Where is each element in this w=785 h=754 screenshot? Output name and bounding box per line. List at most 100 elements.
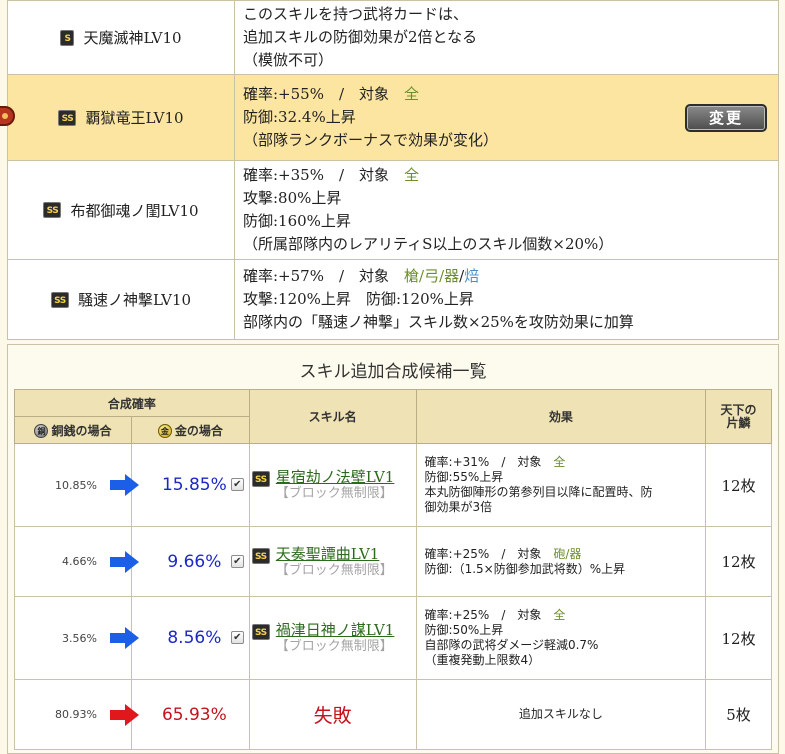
rank-badge-icon: S bbox=[60, 29, 75, 46]
candidates-title: スキル追加合成候補一覧 bbox=[299, 362, 487, 382]
header-gold: 金金の場合 bbox=[130, 416, 250, 444]
header-rate-group: 合成確率 bbox=[14, 389, 250, 417]
candidate-effect: 確率:+25% / 対象 砲/器 防御:（1.5×防御参加武将数）%上昇 bbox=[415, 526, 707, 597]
skill-block-note: 【ブロック無制限】 bbox=[275, 562, 393, 578]
effect-line: 御効果が3倍 bbox=[425, 500, 698, 515]
candidate-row: 3.56% 8.56% ✔ SS 禍津日神ノ謀LV1 【ブロック無制限】 確率:… bbox=[14, 596, 772, 680]
rank-badge-icon: SS bbox=[58, 109, 77, 126]
effect-target: 槍/弓/器 bbox=[404, 267, 460, 285]
effect-text: 御効果が3倍 bbox=[424, 500, 493, 514]
effect-line: 自部隊の武将ダメージ軽減0.7% bbox=[425, 638, 698, 653]
skill-block-note: 【ブロック無制限】 bbox=[275, 486, 393, 501]
skill-name-cell: SS 禍津日神ノ謀LV1 【ブロック無制限】 bbox=[248, 596, 417, 680]
rank-badge-icon: SS bbox=[43, 202, 62, 218]
candidate-effect: 確率:+25% / 対象 全防御:50%上昇 自部隊の武将ダメージ軽減0.7% （重… bbox=[415, 596, 707, 680]
candidates-table: 合成確率 スキル名 効果 天下の 片鱗 銅銅銭の場合 金金の場合 10.85% … bbox=[14, 389, 772, 750]
effect-target: 全 bbox=[553, 455, 566, 469]
skill-effect: 確率:+35% / 対象 全攻撃:80%上昇 防御:160%上昇 （所属部隊内のレア… bbox=[234, 160, 779, 260]
effect-text: 防御:32.4%上昇 bbox=[243, 108, 356, 126]
effect-text: 本丸防御陣形の第参列目以降に配置時、防 bbox=[424, 485, 653, 499]
effect-text: 確率:+35% / 対象 bbox=[243, 166, 405, 184]
select-checkbox[interactable]: ✔ bbox=[230, 631, 244, 644]
select-checkbox[interactable]: ✔ bbox=[230, 554, 244, 568]
gold-rate-cell: 8.56% ✔ bbox=[109, 596, 250, 680]
tenka-count: 12枚 bbox=[705, 443, 772, 527]
gold-rate-cell: 65.93% bbox=[109, 679, 250, 750]
effect-line: 確率:+55% / 対象 全 bbox=[243, 83, 768, 106]
gold-rate: 65.93% bbox=[161, 704, 227, 725]
skill-link[interactable]: 星宿劫ノ法壁LV1 bbox=[276, 469, 395, 486]
skill-effect: このスキルを持つ武将カードは、 追加スキルの防御効果が2倍となる （模倣不可） bbox=[234, 0, 779, 75]
effect-text: 攻撃:80%上昇 bbox=[243, 189, 342, 207]
header-skill-name: スキル名 bbox=[248, 389, 417, 444]
skill-name-cell: SS 天奏聖譚曲LV1 【ブロック無制限】 bbox=[248, 526, 417, 597]
skill-table: S 天魔滅神LV10 このスキルを持つ武将カードは、 追加スキルの防御効果が2倍とな… bbox=[7, 0, 779, 340]
candidate-effect: 確率:+31% / 対象 全防御:55%上昇 本丸防御陣形の第参列目以降に配置時、… bbox=[415, 443, 707, 527]
header-tenka: 天下の 片鱗 bbox=[705, 389, 772, 444]
skill-name-cell: S 天魔滅神LV10 bbox=[7, 0, 235, 75]
header-copper: 銅銅銭の場合 bbox=[14, 416, 132, 444]
arrow-right-icon bbox=[109, 627, 140, 649]
rank-badge-icon: SS bbox=[251, 624, 270, 640]
effect-text: 防御:50%上昇 bbox=[424, 623, 504, 637]
effect-text: 部隊内の「騒速ノ神撃」スキル数×25%を攻防効果に加算 bbox=[243, 313, 634, 331]
effect-text: 自部隊の武将ダメージ軽減0.7% bbox=[424, 638, 599, 652]
skill-row-selected[interactable]: SS 覇獄竜王LV10 確率:+55% / 対象 全防御:32.4%上昇 （部隊ラン… bbox=[7, 74, 779, 161]
effect-text: 確率:+25% / 対象 bbox=[424, 546, 554, 561]
skill-name-cell: SS 騒速ノ神撃LV10 bbox=[7, 259, 235, 340]
effect-text: 追加スキルの防御効果が2倍となる bbox=[243, 28, 478, 46]
skill-name: 覇獄竜王LV10 bbox=[85, 109, 184, 127]
skill-row: S 天魔滅神LV10 このスキルを持つ武将カードは、 追加スキルの防御効果が2倍とな… bbox=[7, 0, 779, 75]
candidate-row: 10.85% 15.85% ✔ SS 星宿劫ノ法壁LV1 【ブロック無制限】 確… bbox=[14, 443, 772, 527]
effect-line: このスキルを持つ武将カードは、 bbox=[243, 3, 768, 26]
arrow-right-icon bbox=[109, 550, 140, 573]
effect-text: このスキルを持つ武将カードは、 bbox=[243, 5, 469, 23]
tenka-count: 12枚 bbox=[705, 526, 772, 597]
candidate-row-fail: 80.93% 65.93% 失敗 追加スキルなし 5枚 bbox=[14, 679, 772, 750]
arrow-right-icon bbox=[109, 703, 140, 726]
effect-line: 防御:160%上昇 bbox=[243, 210, 768, 233]
skill-row: SS 騒速ノ神撃LV10 確率:+57% / 対象 槍/弓/器/焙 攻撃:120%上… bbox=[7, 259, 779, 340]
effect-text: 防御:160%上昇 bbox=[243, 212, 351, 230]
copper-coin-icon: 銅 bbox=[34, 424, 49, 438]
tenka-count: 5枚 bbox=[705, 679, 772, 750]
effect-line: （模倣不可） bbox=[243, 49, 768, 72]
effect-text: 確率:+31% / 対象 bbox=[424, 455, 554, 469]
change-button[interactable]: 変更 bbox=[685, 104, 767, 132]
skill-row: SS 布都御魂ノ閨LV10 確率:+35% / 対象 全攻撃:80%上昇 防御:16… bbox=[7, 160, 779, 260]
effect-line: 攻撃:120%上昇 防御:120%上昇 bbox=[243, 288, 768, 311]
effect-line: （重複発動上限数4） bbox=[425, 653, 698, 668]
rank-badge-icon: SS bbox=[50, 291, 69, 308]
header-tenka-line1: 天下の bbox=[720, 402, 757, 417]
gold-rate-cell: 9.66% ✔ bbox=[109, 526, 250, 597]
effect-line: 防御:55%上昇 bbox=[425, 470, 698, 485]
effect-target: 全 bbox=[553, 608, 566, 622]
effect-text: （所属部隊内のレアリティS以上のスキル個数×20%） bbox=[243, 235, 614, 253]
effect-line: （所属部隊内のレアリティS以上のスキル個数×20%） bbox=[243, 233, 768, 256]
skill-effect: 確率:+57% / 対象 槍/弓/器/焙 攻撃:120%上昇 防御:120%上昇部… bbox=[234, 259, 779, 340]
gold-rate-cell: 15.85% ✔ bbox=[109, 443, 250, 527]
fail-label: 失敗 bbox=[248, 679, 417, 750]
arrow-right-icon bbox=[109, 474, 140, 496]
effect-text: 防御:（1.5×防御参加武将数）%上昇 bbox=[424, 561, 626, 576]
effect-target: 全 bbox=[404, 85, 420, 103]
effect-line: 防御:50%上昇 bbox=[425, 623, 698, 638]
select-checkbox[interactable]: ✔ bbox=[230, 478, 244, 491]
effect-text: 防御:55%上昇 bbox=[424, 470, 504, 484]
effect-line: 確率:+25% / 対象 全 bbox=[425, 608, 698, 623]
skill-name: 騒速ノ神撃LV10 bbox=[77, 291, 192, 309]
header-copper-label: 銅銭の場合 bbox=[51, 423, 112, 438]
rank-badge-icon: SS bbox=[251, 547, 270, 564]
candidate-effect: 追加スキルなし bbox=[415, 679, 707, 750]
effect-text: 攻撃:120%上昇 防御:120%上昇 bbox=[243, 290, 474, 308]
effect-line: 確率:+35% / 対象 全 bbox=[243, 164, 768, 187]
header-effect: 効果 bbox=[415, 389, 707, 444]
candidates-panel: スキル追加合成候補一覧 合成確率 スキル名 効果 天下の 片鱗 銅銅銭の場合 金… bbox=[7, 344, 779, 754]
effect-target: 砲/器 bbox=[553, 546, 582, 561]
skill-link[interactable]: 天奏聖譚曲LV1 bbox=[276, 545, 393, 563]
effect-target: 全 bbox=[404, 166, 420, 184]
header-gold-label: 金の場合 bbox=[174, 423, 223, 438]
gold-coin-icon: 金 bbox=[157, 424, 172, 438]
skill-name: 布都御魂ノ閨LV10 bbox=[70, 201, 199, 220]
skill-link[interactable]: 禍津日神ノ謀LV1 bbox=[276, 622, 395, 639]
